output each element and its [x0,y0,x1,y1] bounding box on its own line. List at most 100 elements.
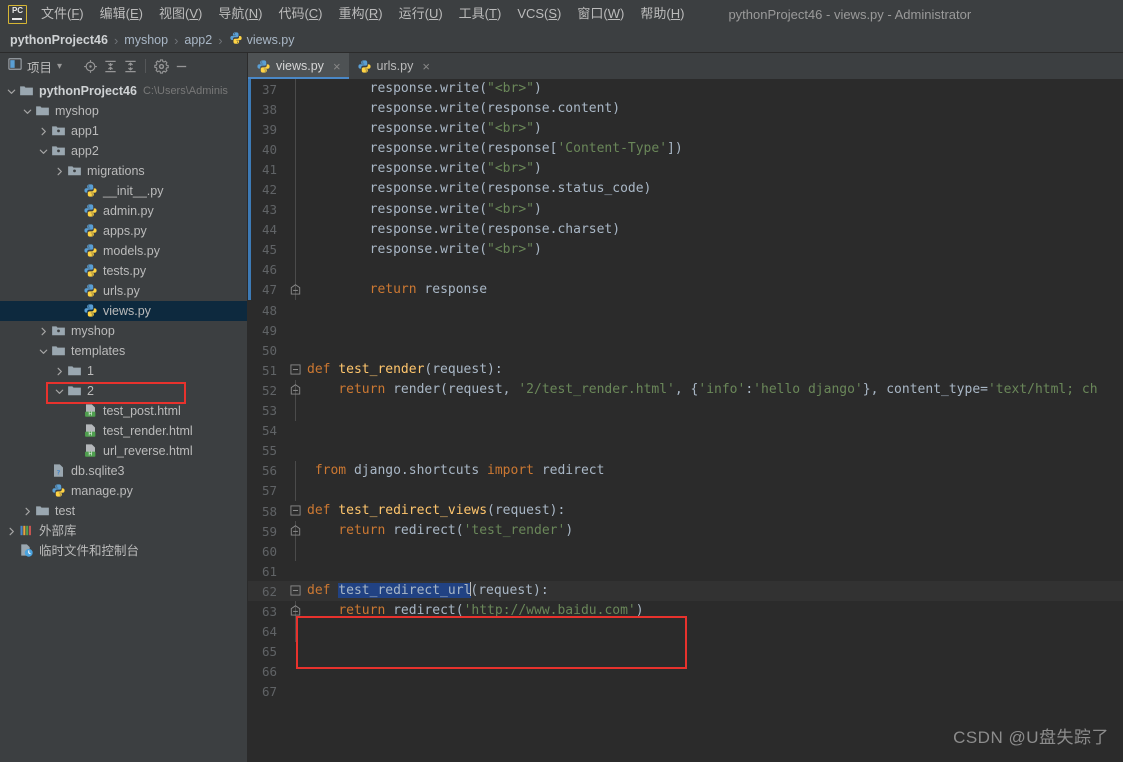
breadcrumb-item-app2[interactable]: app2 [184,33,212,47]
locate-file-icon[interactable] [80,56,100,76]
fold-gutter[interactable] [284,642,307,662]
fold-gutter[interactable] [284,260,307,280]
code-line-57[interactable]: 57 [248,481,1123,501]
code-line-62[interactable]: 62def test_redirect_url(request): [248,581,1123,601]
fold-gutter[interactable] [284,682,307,702]
tree-item-test-post-html[interactable]: Htest_post.html [0,401,247,421]
chevron-down-icon[interactable] [54,386,65,397]
menu-window[interactable]: 窗口(W) [569,1,632,27]
fold-collapse-icon[interactable] [290,364,301,375]
menu-vcs[interactable]: VCS(S) [509,1,569,27]
code-line-51[interactable]: 51def test_render(request): [248,360,1123,380]
fold-gutter[interactable] [284,340,307,360]
fold-gutter[interactable] [284,601,307,621]
code-line-59[interactable]: 59 return redirect('test_render') [248,521,1123,541]
fold-end-icon[interactable] [290,525,301,536]
tree-item-models-py[interactable]: models.py [0,241,247,261]
tree-item-app2[interactable]: app2 [0,141,247,161]
tree-item---------[interactable]: 临时文件和控制台 [0,541,247,561]
tree-item---init---py[interactable]: __init__.py [0,181,247,201]
fold-end-icon[interactable] [290,384,301,395]
fold-gutter[interactable] [284,501,307,521]
chevron-right-icon[interactable] [38,126,49,137]
code-line-41[interactable]: 41 response.write("<br>") [248,159,1123,179]
fold-gutter[interactable] [284,159,307,179]
fold-gutter[interactable] [284,461,307,481]
code-line-46[interactable]: 46 [248,260,1123,280]
code-line-66[interactable]: 66 [248,662,1123,682]
fold-gutter[interactable] [284,561,307,581]
menu-run[interactable]: 运行(U) [391,1,451,27]
menu-view[interactable]: 视图(V) [151,1,210,27]
code-editor[interactable]: 37 response.write("<br>")38 response.wri… [248,79,1123,762]
fold-gutter[interactable] [284,280,307,300]
tree-item-manage-py[interactable]: manage.py [0,481,247,501]
tree-item-myshop[interactable]: myshop [0,321,247,341]
tree-item-migrations[interactable]: migrations [0,161,247,181]
fold-gutter[interactable] [284,441,307,461]
code-line-56[interactable]: 56 from django.shortcuts import redirect [248,461,1123,481]
fold-end-icon[interactable] [290,605,301,616]
chevron-down-icon[interactable] [38,346,49,357]
tree-item-db-sqlite3[interactable]: ?db.sqlite3 [0,461,247,481]
code-line-45[interactable]: 45 response.write("<br>") [248,240,1123,260]
code-line-60[interactable]: 60 [248,541,1123,561]
project-panel-selector[interactable]: 项目 ▾ [8,57,62,76]
menu-refactor[interactable]: 重构(R) [331,1,391,27]
breadcrumb-item-myshop[interactable]: myshop [124,33,168,47]
fold-gutter[interactable] [284,421,307,441]
tree-item----[interactable]: 外部库 [0,521,247,541]
chevron-right-icon[interactable] [54,366,65,377]
tree-item-2[interactable]: 2 [0,381,247,401]
tree-item-app1[interactable]: app1 [0,121,247,141]
code-line-42[interactable]: 42 response.write(response.status_code) [248,179,1123,199]
project-tree[interactable]: pythonProject46C:\Users\Adminismyshopapp… [0,79,248,762]
chevron-right-icon[interactable] [22,506,33,517]
breadcrumb-item-file[interactable]: views.py [229,31,295,50]
fold-gutter[interactable] [284,139,307,159]
fold-end-icon[interactable] [290,284,301,295]
tree-item-views-py[interactable]: views.py [0,301,247,321]
fold-gutter[interactable] [284,179,307,199]
code-line-65[interactable]: 65 [248,642,1123,662]
code-line-52[interactable]: 52 return render(request, '2/test_render… [248,380,1123,400]
menu-edit[interactable]: 编辑(E) [92,1,151,27]
chevron-right-icon[interactable] [6,526,17,537]
code-line-61[interactable]: 61 [248,561,1123,581]
code-line-40[interactable]: 40 response.write(response['Content-Type… [248,139,1123,159]
tree-item-tests-py[interactable]: tests.py [0,261,247,281]
code-line-37[interactable]: 37 response.write("<br>") [248,79,1123,99]
code-line-58[interactable]: 58def test_redirect_views(request): [248,501,1123,521]
code-line-55[interactable]: 55 [248,441,1123,461]
tree-item-url-reverse-html[interactable]: Hurl_reverse.html [0,441,247,461]
code-line-39[interactable]: 39 response.write("<br>") [248,119,1123,139]
menu-file[interactable]: 文件(F) [33,1,92,27]
fold-gutter[interactable] [284,320,307,340]
fold-gutter[interactable] [284,79,307,99]
tree-item-1[interactable]: 1 [0,361,247,381]
tree-item-test-render-html[interactable]: Htest_render.html [0,421,247,441]
code-lines[interactable]: 37 response.write("<br>")38 response.wri… [248,79,1123,762]
fold-collapse-icon[interactable] [290,585,301,596]
code-line-43[interactable]: 43 response.write("<br>") [248,200,1123,220]
tree-item-myshop[interactable]: myshop [0,101,247,121]
code-line-38[interactable]: 38 response.write(response.content) [248,99,1123,119]
fold-gutter[interactable] [284,380,307,400]
tree-item-templates[interactable]: templates [0,341,247,361]
fold-gutter[interactable] [284,541,307,561]
code-line-48[interactable]: 48 [248,300,1123,320]
code-line-63[interactable]: 63 return redirect('http://www.baidu.com… [248,601,1123,621]
chevron-down-icon[interactable] [22,106,33,117]
fold-gutter[interactable] [284,401,307,421]
fold-gutter[interactable] [284,240,307,260]
fold-gutter[interactable] [284,99,307,119]
menu-navigate[interactable]: 导航(N) [210,1,270,27]
fold-gutter[interactable] [284,581,307,601]
tree-item-apps-py[interactable]: apps.py [0,221,247,241]
fold-gutter[interactable] [284,521,307,541]
close-icon[interactable]: × [422,60,430,73]
fold-gutter[interactable] [284,220,307,240]
menu-tools[interactable]: 工具(T) [451,1,510,27]
code-line-64[interactable]: 64 [248,622,1123,642]
fold-gutter[interactable] [284,481,307,501]
